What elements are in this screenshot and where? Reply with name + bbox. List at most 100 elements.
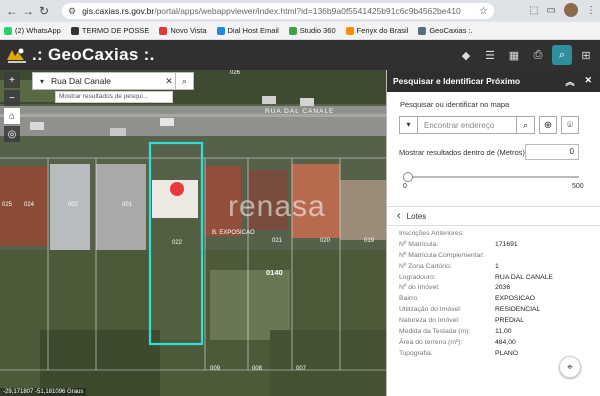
back-to-lotes[interactable]: ‹ Lotes	[387, 206, 600, 226]
panel-title: Pesquisar e Identificar Próximo	[393, 76, 521, 86]
locate-row: ▾ Encontrar endereço ⌕ ⊕ ⌾	[399, 116, 589, 134]
close-icon[interactable]: ✕	[584, 75, 592, 88]
map-search: ▾ Rua Dal Canale ✕ ⌕	[32, 72, 194, 90]
clear-search-icon[interactable]: ✕	[163, 76, 175, 87]
lot-label: 001	[122, 202, 133, 208]
locate-feature-icon[interactable]: ⌖	[559, 356, 581, 378]
bookmark-item[interactable]: (2) WhatsApp	[4, 26, 61, 35]
address-input[interactable]: Encontrar endereço	[418, 121, 516, 130]
bookmark-favicon-icon	[288, 26, 297, 35]
attribute-row: Nº Matrícula Complementar:	[387, 252, 600, 263]
lot-label: 008	[252, 366, 263, 372]
profile-avatar[interactable]	[564, 3, 578, 17]
attribute-value: 484,00	[495, 338, 516, 346]
legend-icon[interactable]: ☰	[480, 45, 500, 65]
search-suggestion[interactable]: Mostrar resultados de pesqui...	[55, 91, 173, 103]
bookmark-label: Novo Vista	[170, 26, 207, 35]
slider-max-label: 500	[572, 183, 584, 190]
zoom-in-icon[interactable]: +	[4, 72, 20, 88]
distance-label: Mostrar resultados dentro de (Metros)	[399, 148, 525, 157]
browser-toolbar: ← → ↻ ⚙ gis.caxias.rs.gov.br /portal/app…	[0, 0, 600, 22]
lot-label: 009	[210, 366, 221, 372]
collapse-icon[interactable]: ︽	[565, 75, 574, 88]
attribute-key: Inscrições Anteriores:	[399, 230, 464, 237]
attribute-key: Bairro:	[399, 295, 420, 303]
bookmark-item[interactable]: Fenyx do Brasil	[345, 26, 408, 35]
slider-min-label: 0	[403, 183, 407, 190]
header-toolbar: ◆ ☰ ▦ ⎙ ⌕ ⊞	[456, 45, 596, 65]
attribute-row: Nº do Imóvel: 2036	[387, 284, 600, 295]
address-bar-input[interactable]: ⚙ gis.caxias.rs.gov.br /portal/apps/weba…	[62, 3, 494, 19]
print-icon[interactable]: ⎙	[528, 45, 548, 65]
lot-label: 002	[68, 202, 79, 208]
basemap-icon[interactable]: ▦	[504, 45, 524, 65]
attribute-key: Natureza do Imóvel:	[399, 317, 460, 325]
attribute-key: Nº Matrícula Complementar:	[399, 251, 485, 259]
attribute-row: Logradouro: RUA DAL CANALE	[387, 274, 600, 285]
attribute-row: Utilização do Imóvel: RESIDENCIAL	[387, 306, 600, 317]
attribute-value: 1	[495, 262, 499, 270]
search-input[interactable]: Rua Dal Canale	[51, 76, 163, 86]
crosshair-icon[interactable]: ⊕	[539, 116, 557, 134]
bookmark-label: (2) WhatsApp	[15, 26, 61, 35]
lot-label: 024	[24, 202, 35, 208]
map-view[interactable]: RUA DAL CANALE renasa B. EXPOSICAO 026 0…	[0, 70, 386, 396]
back-icon[interactable]: ←	[4, 3, 20, 19]
lot-label: 026	[230, 70, 241, 76]
attribute-value: 2036	[495, 284, 511, 292]
attribute-key: Nº Zona Cartório:	[399, 262, 452, 270]
attribute-value: RUA DAL CANALE	[495, 273, 553, 281]
url-host: gis.caxias.rs.gov.br	[82, 6, 155, 16]
bookmark-item[interactable]: Dial Host Email	[216, 26, 279, 35]
distance-input[interactable]: 0	[525, 144, 579, 160]
attribute-row: Inscrições Anteriores:	[387, 230, 600, 241]
bookmark-favicon-icon	[418, 26, 427, 35]
reload-icon[interactable]: ↻	[36, 3, 52, 19]
search-identify-icon[interactable]: ⌕	[552, 45, 572, 65]
locate-me-icon[interactable]: ◎	[4, 126, 20, 142]
street-label: RUA DAL CANALE	[265, 108, 335, 115]
forward-icon[interactable]: →	[20, 3, 36, 19]
menu-icon[interactable]: ⋮	[586, 5, 596, 16]
site-info-icon[interactable]: ⚙	[68, 6, 76, 17]
bookmark-item[interactable]: TERMO DE POSSE	[70, 26, 149, 35]
neighborhood-label: B. EXPOSICAO	[212, 230, 255, 236]
search-source-dropdown[interactable]: ▾	[33, 77, 51, 86]
watermark: renasa	[228, 190, 326, 223]
bookmark-item[interactable]: GeoCaxias :.	[418, 26, 473, 35]
lot-label: 020	[320, 238, 331, 244]
bookmark-favicon-icon	[345, 26, 354, 35]
measure-icon[interactable]: ⊞	[576, 45, 596, 65]
attribute-key: Logradouro:	[399, 273, 436, 281]
lot-label: 019	[364, 238, 375, 244]
bookmark-label: Dial Host Email	[227, 26, 279, 35]
home-icon[interactable]: ⌂	[4, 108, 20, 124]
extension-icon[interactable]: ⬚	[529, 5, 538, 16]
map-pin-icon[interactable]: ⌾	[561, 116, 579, 134]
lot-label: 0140	[266, 268, 283, 277]
attribute-value: PLANO	[495, 349, 519, 357]
attribute-row: Nº Matrícula: 171691	[387, 241, 600, 252]
attribute-row: Medida da Testada (m): 11,00	[387, 328, 600, 339]
attribute-key: Topografia:	[399, 349, 433, 357]
panel-header: Pesquisar e Identificar Próximo ︽ ✕	[387, 70, 600, 92]
slider-handle[interactable]	[403, 172, 413, 182]
distance-slider[interactable]	[403, 172, 579, 182]
search-icon[interactable]: ⌕	[516, 117, 534, 133]
sidebar-icon[interactable]: ▭	[547, 5, 556, 16]
bookmark-item[interactable]: Studio 360	[288, 26, 336, 35]
search-source-dropdown[interactable]: ▾	[400, 117, 418, 133]
lot-label: 025	[2, 202, 13, 208]
bookmark-item[interactable]: Novo Vista	[159, 26, 207, 35]
chevron-left-icon: ‹	[397, 210, 401, 222]
bookmarks-bar: (2) WhatsApp TERMO DE POSSE Novo Vista Dial…	[0, 22, 600, 40]
bookmark-favicon-icon	[159, 26, 168, 35]
layers-icon[interactable]: ◆	[456, 45, 476, 65]
search-icon[interactable]: ⌕	[175, 73, 193, 89]
bookmark-label: Studio 360	[299, 26, 336, 35]
url-path: /portal/apps/webappviewer/index.html?id=…	[154, 6, 461, 16]
bookmark-star-icon[interactable]: ☆	[479, 6, 488, 17]
bookmark-label: GeoCaxias :.	[429, 26, 473, 35]
app-title: .: GeoCaxias :.	[32, 45, 155, 64]
zoom-out-icon[interactable]: −	[4, 90, 20, 106]
